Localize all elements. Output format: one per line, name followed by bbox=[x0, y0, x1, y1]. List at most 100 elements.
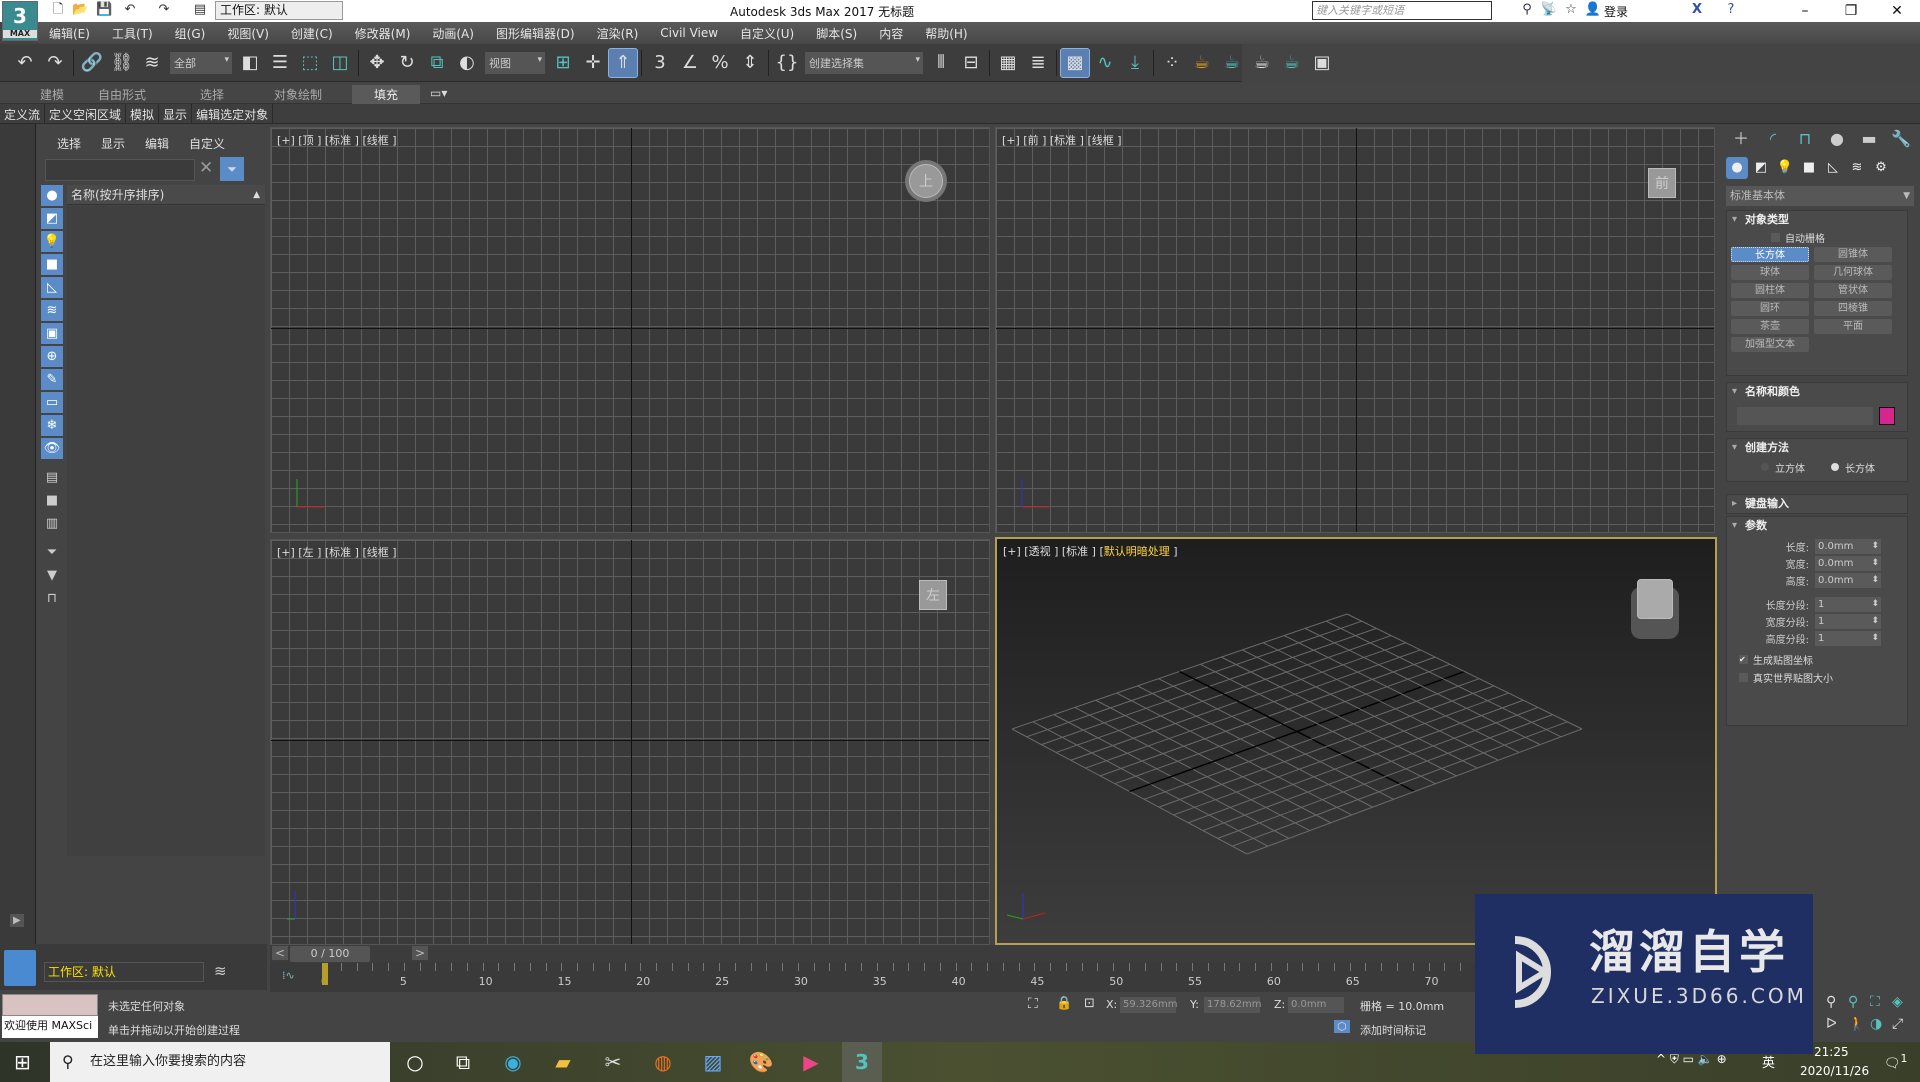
open-file-icon[interactable]: 📂 bbox=[72, 2, 88, 18]
filter-settings-icon[interactable]: ⏷ bbox=[41, 542, 63, 563]
system-tray-icons[interactable]: ^ ⛨ ▭ 🔈 ⊕ bbox=[1656, 1052, 1727, 1067]
exchange-icon[interactable]: X bbox=[1688, 2, 1706, 17]
x-coordinate-input[interactable]: 59.326mm bbox=[1120, 997, 1177, 1013]
file-explorer-icon[interactable]: ▰ bbox=[548, 1048, 578, 1076]
display-hidden-icon[interactable]: 👁 bbox=[41, 438, 63, 459]
viewport-label[interactable]: [+] [前 ] [标准 ] [线框 ] bbox=[1002, 132, 1122, 148]
prev-frame-icon[interactable]: < bbox=[272, 946, 289, 960]
display-xrefs-icon[interactable]: ⊕ bbox=[41, 346, 63, 367]
rotate-icon[interactable]: ↻ bbox=[392, 48, 422, 78]
menu-scripting[interactable]: 脚本(S) bbox=[805, 25, 868, 42]
login-button[interactable]: 登录 bbox=[1604, 3, 1628, 20]
percent-snap-icon[interactable]: % bbox=[705, 48, 735, 78]
viewcube[interactable] bbox=[1637, 579, 1673, 619]
expand-arrow-icon[interactable]: ▶ bbox=[10, 914, 24, 927]
menu-create[interactable]: 创建(C) bbox=[280, 25, 344, 42]
firefox-icon[interactable]: ◍ bbox=[648, 1048, 678, 1076]
utilities-tab-icon[interactable]: 🔧 bbox=[1886, 128, 1916, 150]
save-icon[interactable]: 💾 bbox=[96, 2, 112, 18]
cortana-icon[interactable]: ○ bbox=[400, 1048, 430, 1076]
window-crossing-icon[interactable]: ◫ bbox=[325, 48, 355, 78]
select-object-icon[interactable]: ◧ bbox=[235, 48, 265, 78]
curve-editor-icon[interactable]: ∿ bbox=[1090, 48, 1120, 78]
explorer-search-input[interactable] bbox=[45, 159, 195, 181]
plane-button[interactable]: 平面 bbox=[1814, 319, 1892, 334]
reference-coordinate-select[interactable]: 视图 bbox=[485, 51, 545, 74]
rollout-header[interactable]: 键盘输入 bbox=[1727, 495, 1907, 513]
torus-button[interactable]: 圆环 bbox=[1731, 301, 1809, 316]
notification-icon[interactable]: 🗨1 bbox=[1884, 1052, 1907, 1071]
maxscript-mini-listener[interactable]: 欢迎使用 MAXSci bbox=[2, 1016, 98, 1038]
redo-icon[interactable]: ↷ bbox=[156, 2, 172, 18]
display-space-warps-icon[interactable]: ≋ bbox=[41, 300, 63, 321]
filter-icon[interactable]: ⏷ bbox=[220, 157, 244, 181]
display-none-icon[interactable]: ■ bbox=[41, 490, 63, 511]
real-world-checkbox[interactable] bbox=[1739, 673, 1748, 682]
viewport-label[interactable]: [+] [左 ] [标准 ] [线框 ] bbox=[277, 544, 397, 560]
scene-object-list[interactable] bbox=[67, 206, 265, 856]
teapot-button[interactable]: 茶壶 bbox=[1731, 319, 1809, 334]
viewport-left[interactable]: [+] [左 ] [标准 ] [线框 ] 左 bbox=[270, 539, 990, 945]
display-groups-icon[interactable]: ▣ bbox=[41, 323, 63, 344]
display-all-icon[interactable]: ▤ bbox=[41, 467, 63, 488]
absolute-mode-icon[interactable]: ⊡ bbox=[1084, 996, 1095, 1011]
tab-modeling[interactable]: 建模 bbox=[40, 86, 64, 103]
container-icon[interactable]: ⊓ bbox=[41, 588, 63, 609]
explorer-workspace-select[interactable]: 工作区: 默认 bbox=[44, 962, 204, 982]
zoom-extents-all-icon[interactable]: ◈ bbox=[1892, 994, 1903, 1010]
clock-date[interactable]: 2020/11/26 bbox=[1800, 1064, 1869, 1078]
menu-customize[interactable]: 自定义(U) bbox=[729, 25, 805, 42]
name-column-header[interactable]: 名称(按升序排序) ▲ bbox=[67, 185, 265, 205]
select-manipulate-icon[interactable]: ✛ bbox=[578, 48, 608, 78]
viewport-layout-icon[interactable] bbox=[4, 950, 36, 986]
ribbon-options-icon[interactable]: ▭▾ bbox=[430, 86, 447, 100]
curve-editor-mini-icon[interactable]: ⁞∿ bbox=[282, 969, 295, 982]
width-spinner[interactable]: 0.0mm bbox=[1815, 556, 1881, 571]
menu-rendering[interactable]: 渲染(R) bbox=[586, 25, 650, 42]
restore-button[interactable]: ❐ bbox=[1828, 0, 1874, 22]
a360-gallery-icon[interactable]: ▣ bbox=[1307, 48, 1337, 78]
orbit-icon[interactable]: ◑ bbox=[1870, 1016, 1882, 1032]
menu-help[interactable]: 帮助(H) bbox=[914, 25, 978, 42]
tab-object-paint[interactable]: 对象绘制 bbox=[274, 86, 322, 103]
field-of-view-icon[interactable]: ᐅ bbox=[1826, 1016, 1837, 1032]
filter-toggle-icon[interactable]: ▼ bbox=[41, 565, 63, 586]
windows-start-icon[interactable]: ⊞ bbox=[14, 1050, 31, 1074]
display-bones-icon[interactable]: ✎ bbox=[41, 369, 63, 390]
explorer-tab-edit[interactable]: 编辑 bbox=[145, 135, 169, 152]
search-input[interactable]: 键入关键字或短语 bbox=[1312, 1, 1492, 20]
sphere-button[interactable]: 球体 bbox=[1731, 265, 1809, 280]
time-slider-thumb[interactable]: 0 / 100 bbox=[290, 946, 370, 962]
viewcube[interactable]: 上 bbox=[909, 164, 943, 198]
cone-button[interactable]: 圆锥体 bbox=[1814, 247, 1892, 262]
viewcube[interactable]: 左 bbox=[919, 580, 947, 610]
box-button[interactable]: 长方体 bbox=[1731, 247, 1809, 262]
height-segs-spinner[interactable]: 1 bbox=[1815, 631, 1881, 646]
keyboard-shortcut-override-icon[interactable]: ⇑ bbox=[608, 47, 638, 78]
placement-icon[interactable]: ◐ bbox=[452, 48, 482, 78]
viewport-front[interactable]: [+] [前 ] [标准 ] [线框 ] 前 bbox=[995, 127, 1715, 533]
scene-explorer-icon[interactable]: ▦ bbox=[993, 48, 1023, 78]
unlink-icon[interactable]: ⛓ bbox=[107, 48, 137, 78]
toggle-ribbon-icon[interactable]: ▩ bbox=[1060, 47, 1090, 78]
spinner-snap-icon[interactable]: ⇕ bbox=[735, 48, 765, 78]
3dsmax-taskbar-icon[interactable]: 3 bbox=[842, 1042, 882, 1082]
space-warps-icon[interactable]: ≋ bbox=[1846, 157, 1868, 179]
geosphere-button[interactable]: 几何球体 bbox=[1814, 265, 1892, 280]
edge-browser-icon[interactable]: ◉ bbox=[498, 1048, 528, 1076]
rollout-header[interactable]: 创建方法 bbox=[1727, 439, 1907, 457]
edit-selected-button[interactable]: 编辑选定对象 bbox=[192, 104, 274, 123]
zoom-extents-icon[interactable]: ⛶ bbox=[1870, 994, 1880, 1010]
drawing-app-icon[interactable]: ▨ bbox=[698, 1048, 728, 1076]
bind-space-warp-icon[interactable]: ≋ bbox=[137, 48, 167, 78]
scale-icon[interactable]: ⧉ bbox=[422, 48, 452, 78]
clock-time[interactable]: 21:25 bbox=[1814, 1045, 1849, 1059]
object-color-swatch[interactable] bbox=[1879, 407, 1895, 425]
display-frozen-icon[interactable]: ❄ bbox=[41, 415, 63, 436]
link-icon[interactable]: 🔗 bbox=[77, 48, 107, 78]
invert-display-icon[interactable]: ▥ bbox=[41, 513, 63, 534]
selection-lock-icon[interactable]: 🔒 bbox=[1056, 996, 1072, 1011]
display-geometry-icon[interactable]: ● bbox=[41, 185, 63, 206]
height-spinner[interactable]: 0.0mm bbox=[1815, 573, 1881, 588]
walk-through-icon[interactable]: 🚶 bbox=[1848, 1016, 1865, 1032]
